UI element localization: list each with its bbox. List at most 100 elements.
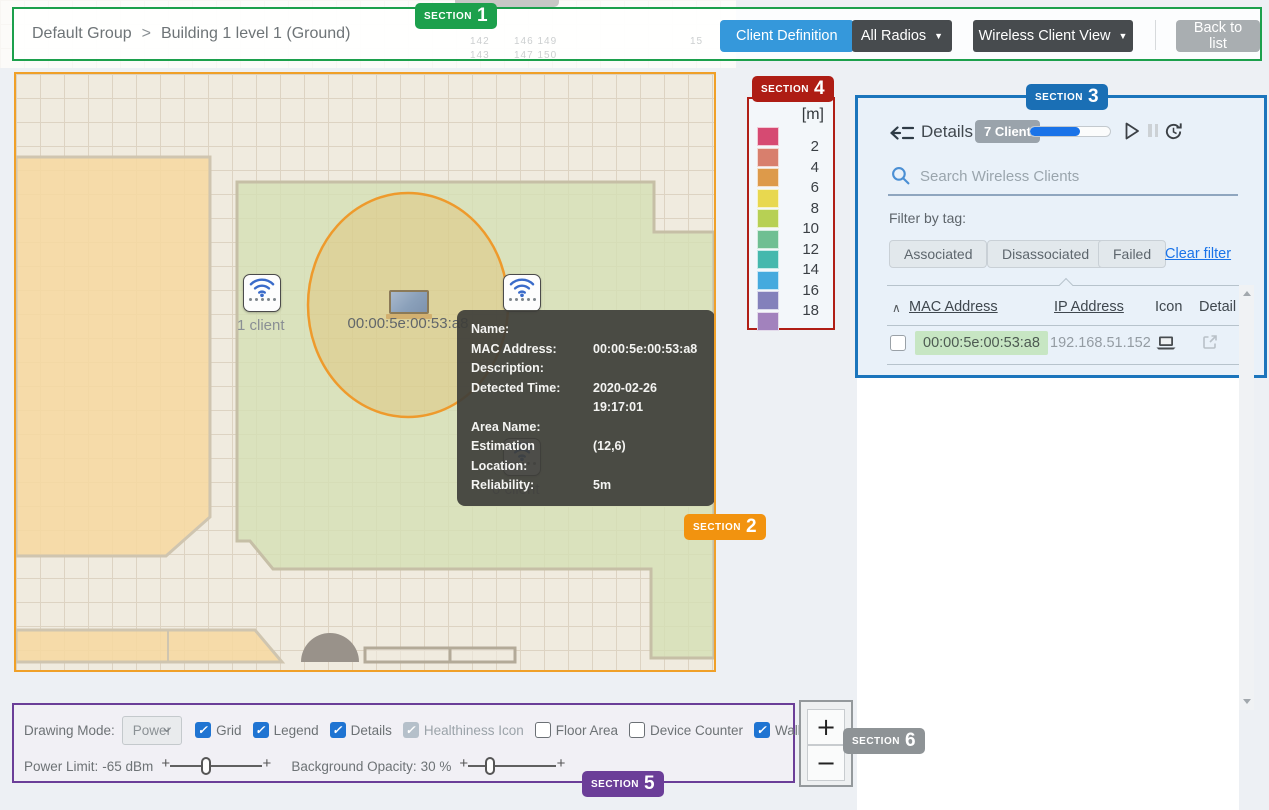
chevron-down-icon: ⌄ [160,718,174,736]
tooltip-value: 5m [593,478,612,492]
checkbox-icon[interactable] [195,722,212,738]
search-input[interactable]: Search Wireless Clients [920,168,1079,185]
refresh-history-icon[interactable] [1164,122,1183,141]
legend-tick: 16 [802,281,819,299]
tooltip-label: Reliability: [471,478,535,492]
drawing-mode-select[interactable]: Power ⌄ [121,715,183,745]
legend-swatch [757,209,779,228]
tooltip-value: 2020-02-26 19:17:01 [593,380,657,415]
client-list-scrollbar[interactable] [1239,285,1254,710]
section-6-badge: SECTION 6 [843,728,925,754]
filter-disassociated-button[interactable]: Disassociated [987,240,1105,268]
section-badge-label: SECTION [1035,91,1083,103]
back-to-list-button[interactable]: Back to list [1176,20,1260,52]
access-point-icon[interactable] [503,274,541,312]
row-checkbox[interactable] [890,335,906,351]
checkbox-icon[interactable] [754,722,771,738]
checkbox-icon [402,722,419,738]
tooltip-value [593,359,701,379]
legend-swatch [757,311,779,331]
filter-associated-button[interactable]: Associated [889,240,988,268]
checkbox-icon[interactable] [252,722,269,738]
legend-tick: 8 [810,199,819,217]
scroll-up-icon[interactable] [1242,291,1251,296]
access-point-icon[interactable] [243,274,281,312]
checkbox-legend[interactable]: Legend [252,722,319,738]
checkbox-label: Device Counter [650,722,744,738]
section-badge-label: SECTION [591,778,639,790]
all-radios-dropdown[interactable]: All Radios ▼ [852,20,952,52]
legend-tick: 6 [810,179,819,196]
checkbox-floor-area[interactable]: Floor Area [534,722,618,738]
zoom-in-button[interactable]: + [807,709,845,745]
search-icon [892,167,910,185]
checkbox-wall[interactable]: Wall [754,722,801,738]
room-number-faint: 142 [470,36,490,47]
row-detail-link-icon[interactable] [1202,334,1218,350]
floorplan-room-left [16,155,212,558]
chevron-down-icon: ▼ [1118,30,1128,41]
column-header-mac[interactable]: MAC Address [909,299,998,315]
legend-tick: 14 [802,261,819,278]
section-1-badge: SECTION 1 [415,3,497,29]
background-opacity-slider[interactable] [459,756,565,776]
section-badge-label: SECTION [852,735,900,747]
wireless-locator-screen: Default Group > Building 1 level 1 (Grou… [0,0,1269,810]
power-limit-slider[interactable] [161,756,271,776]
all-radios-label: All Radios [860,28,927,44]
checkbox-label: Floor Area [555,722,618,738]
tooltip-value [593,418,701,438]
section-badge-number: 5 [643,773,655,794]
drawing-mode-label: Drawing Mode: [24,722,115,738]
breadcrumb-location: Building 1 level 1 (Ground) [160,25,351,42]
section-2-badge: SECTION 2 [684,514,766,540]
sort-ascending-icon[interactable]: ∧ [892,301,901,315]
checkbox-label: Wall [775,722,801,738]
checkbox-icon[interactable] [329,722,346,738]
play-icon[interactable] [1125,122,1140,140]
filter-by-tag-label: Filter by tag: [889,210,967,226]
checkbox-label: Details [350,722,392,738]
section-badge-number: 6 [904,730,916,751]
tooltip-label: Area Name: [471,419,541,434]
power-limit-label: Power Limit: [24,758,99,774]
client-definition-button[interactable]: Client Definition [720,20,854,52]
collapse-back-icon[interactable] [890,125,914,141]
zoom-out-button[interactable]: − [807,745,845,781]
legend-swatch [757,168,779,187]
checkbox-device-counter[interactable]: Device Counter [629,722,743,738]
background-opacity-slider-thumb[interactable] [484,757,495,775]
checkbox-label: Healthiness Icon [423,722,524,738]
scroll-down-icon[interactable] [1242,699,1251,704]
laptop-screen [389,290,429,314]
tooltip-label: Name: [471,322,510,336]
table-row-divider [887,364,1250,365]
client-definition-label: Client Definition [736,28,838,44]
legend-swatch [757,229,779,249]
checkbox-details[interactable]: Details [329,722,392,738]
tooltip-label: Description: [471,361,544,375]
legend-tick: 4 [810,158,819,176]
clear-filter-link[interactable]: Clear filter [1165,246,1231,262]
checkbox-grid[interactable]: Grid [195,722,242,738]
tooltip-value [593,320,701,340]
room-number-faint: 143 [470,50,490,61]
tooltip-label: Estimation Location: [471,439,535,473]
progress-fill [1030,127,1080,136]
section-3-badge: SECTION 3 [1026,84,1108,110]
checkbox-icon[interactable] [629,722,645,738]
playback-progress-bar[interactable] [1029,126,1111,137]
power-limit-value: -65 dBm [102,758,154,774]
table-header-divider [887,325,1250,326]
power-limit-slider-thumb[interactable] [200,757,211,775]
section-badge-number: 4 [813,78,825,99]
checkbox-icon[interactable] [534,722,551,738]
back-to-list-label: Back to list [1193,20,1243,52]
wireless-client-view-dropdown[interactable]: Wireless Client View ▼ [973,20,1133,52]
filter-failed-button[interactable]: Failed [1098,240,1167,268]
column-header-ip[interactable]: IP Address [1054,299,1124,315]
row-mac-address[interactable]: 00:00:5e:00:53:a8 [915,331,1048,355]
floor-map[interactable]: 1 client 0 client [14,72,716,672]
breadcrumb-group[interactable]: Default Group [32,25,132,43]
pause-icon[interactable] [1148,124,1158,137]
